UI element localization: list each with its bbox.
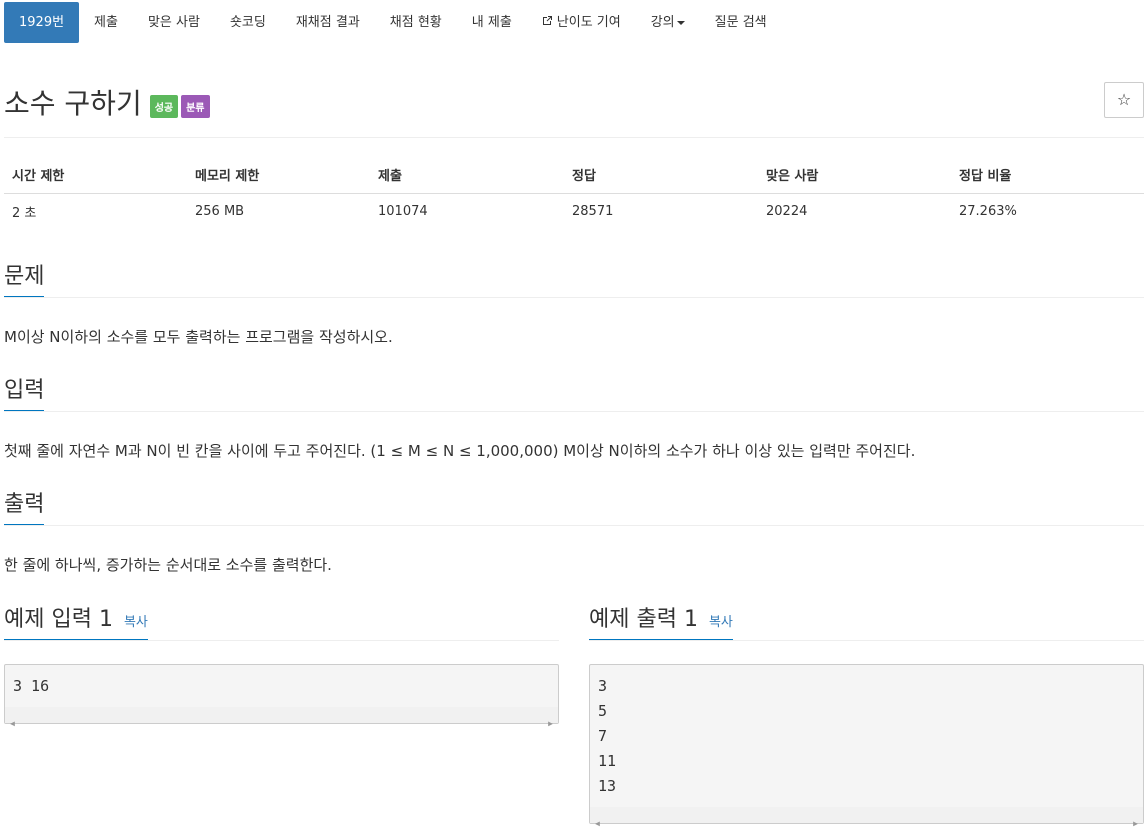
- sample-output-line: 11: [598, 752, 617, 770]
- title-divider: [4, 137, 1144, 138]
- tab-accepted-users[interactable]: 맞은 사람: [133, 2, 215, 43]
- scroll-right-icon[interactable]: ▶: [1133, 811, 1138, 836]
- problem-section-heading: 문제: [4, 258, 1144, 298]
- horizontal-scrollbar[interactable]: ◀ ▶: [5, 707, 558, 728]
- problem-description: M이상 N이하의 소수를 모두 출력하는 프로그램을 작성하시오.: [4, 328, 393, 346]
- tab-submit[interactable]: 제출: [79, 2, 133, 43]
- sample-input-heading: 예제 입력 1 복사: [4, 601, 559, 641]
- category-badge[interactable]: 분류: [181, 94, 210, 118]
- section-divider: [4, 525, 1144, 526]
- tab-short-coding[interactable]: 숏코딩: [215, 2, 281, 43]
- star-icon: ☆: [1116, 90, 1132, 109]
- info-header-row: 시간 제한 메모리 제한 제출 정답 맞은 사람 정답 비율: [4, 157, 1144, 194]
- favorite-star-button[interactable]: ☆: [1104, 82, 1144, 118]
- tab-my-submissions[interactable]: 내 제출: [457, 2, 527, 43]
- header-accepted: 정답: [564, 157, 758, 194]
- value-memory-limit: 256 MB: [195, 203, 245, 219]
- sample-output-column: 예제 출력 1 복사: [589, 601, 1144, 641]
- section-divider: [4, 411, 1144, 412]
- caret-down-icon: [676, 20, 685, 25]
- sample-input-box[interactable]: 3 16 ◀ ▶: [4, 664, 559, 728]
- tab-problem-number[interactable]: 1929번: [4, 2, 80, 43]
- output-description: 한 줄에 하나씩, 증가하는 순서대로 소수를 출력한다.: [4, 556, 332, 574]
- external-link-icon: [542, 2, 554, 43]
- output-heading: 출력: [4, 486, 45, 526]
- sample-output-heading: 예제 출력 1 복사: [589, 601, 1144, 641]
- header-accepted-users: 맞은 사람: [758, 157, 951, 194]
- tab-status[interactable]: 채점 현황: [375, 2, 457, 43]
- copy-sample-output-button[interactable]: 복사: [709, 615, 733, 630]
- value-submissions: 101074: [378, 203, 428, 219]
- header-memory-limit: 메모리 제한: [187, 157, 370, 194]
- scroll-left-icon[interactable]: ◀: [595, 811, 600, 836]
- copy-sample-input-button[interactable]: 복사: [124, 615, 148, 630]
- tab-question-search[interactable]: 질문 검색: [700, 2, 782, 43]
- problem-nav: 1929번 제출 맞은 사람 숏코딩 재채점 결과 채점 현황 내 제출 난이도…: [4, 2, 782, 43]
- tab-rejudge-results[interactable]: 재채점 결과: [281, 2, 375, 43]
- sample-output-box[interactable]: 3 5 7 11 13 ◀ ▶: [589, 664, 1144, 828]
- sample-output-line: 3: [598, 677, 608, 695]
- problem-info-table: 시간 제한 메모리 제한 제출 정답 맞은 사람 정답 비율 2 초 256 M…: [4, 157, 1144, 229]
- sample-output-line: 5: [598, 702, 608, 720]
- input-section-heading: 입력: [4, 372, 1144, 412]
- sample-input-title: 예제 입력 1: [4, 607, 113, 632]
- problem-title: 소수 구하기: [4, 87, 142, 120]
- sample-input-column: 예제 입력 1 복사: [4, 601, 559, 641]
- section-divider: [4, 297, 1144, 298]
- output-section-heading: 출력: [4, 486, 1144, 526]
- sample-output-title: 예제 출력 1: [589, 607, 698, 632]
- value-time-limit: 2 초: [12, 205, 37, 221]
- page-title-row: 소수 구하기 성공 분류: [4, 82, 210, 122]
- tab-difficulty-contribution[interactable]: 난이도 기여: [527, 2, 636, 43]
- scroll-left-icon[interactable]: ◀: [10, 711, 15, 736]
- sample-output-line: 13: [598, 777, 617, 795]
- tab-difficulty-label: 난이도 기여: [556, 15, 621, 30]
- section-divider: [4, 640, 559, 641]
- problem-heading: 문제: [4, 258, 45, 298]
- sample-output-line: 7: [598, 727, 608, 745]
- horizontal-scrollbar[interactable]: ◀ ▶: [590, 807, 1143, 828]
- input-heading: 입력: [4, 372, 45, 412]
- tab-lectures-dropdown[interactable]: 강의: [636, 2, 700, 43]
- value-accepted-users: 20224: [766, 203, 808, 219]
- sample-input-line: 3 16: [13, 677, 50, 695]
- tab-lectures-label: 강의: [650, 15, 675, 30]
- input-description: 첫째 줄에 자연수 M과 N이 빈 칸을 사이에 두고 주어진다. (1 ≤ M…: [4, 442, 916, 460]
- status-badge-success[interactable]: 성공: [149, 94, 179, 118]
- scroll-right-icon[interactable]: ▶: [548, 711, 553, 736]
- info-value-row: 2 초 256 MB 101074 28571 20224 27.263%: [4, 193, 1144, 229]
- header-submissions: 제출: [370, 157, 564, 194]
- value-accept-ratio: 27.263%: [959, 203, 1017, 219]
- value-accepted: 28571: [572, 203, 614, 219]
- section-divider: [589, 640, 1144, 641]
- header-time-limit: 시간 제한: [4, 157, 187, 194]
- header-accept-ratio: 정답 비율: [951, 157, 1144, 194]
